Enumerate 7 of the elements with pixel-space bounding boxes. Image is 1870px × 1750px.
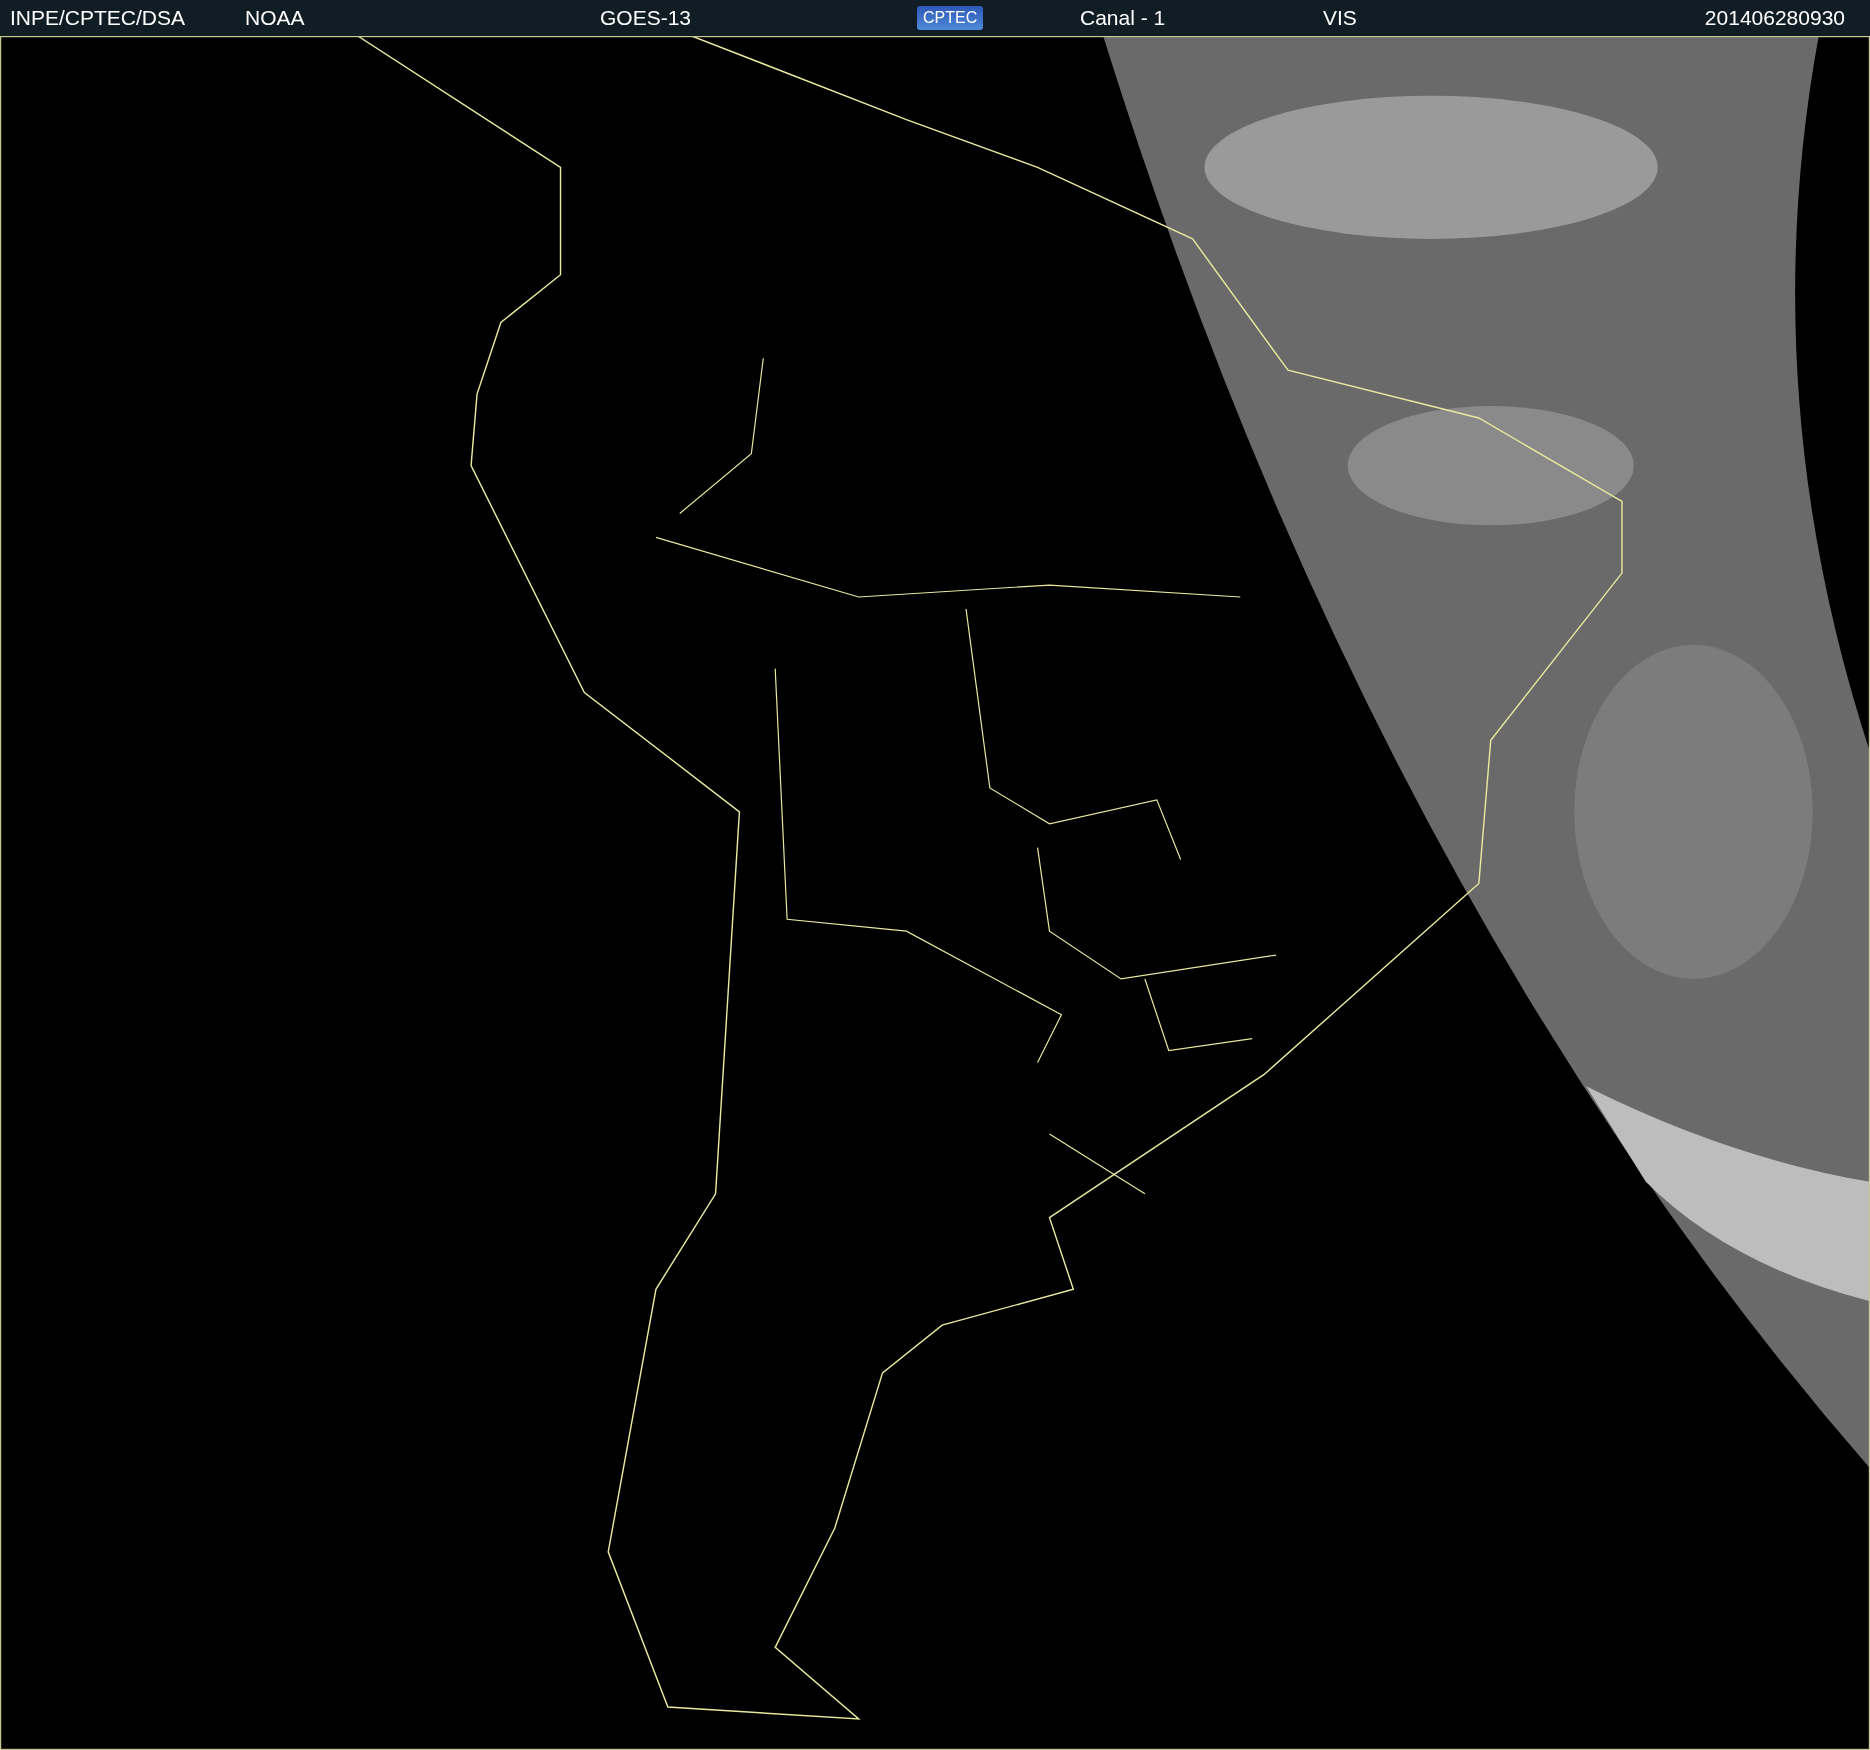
logo: CPTEC: [917, 6, 984, 30]
channel-label: Canal - 1: [1080, 6, 1166, 30]
source-label: INPE/CPTEC/DSA: [10, 6, 186, 30]
satellite-label: GOES-13: [600, 6, 692, 30]
timestamp-label: 201406280930: [1704, 6, 1845, 30]
band-label: VIS: [1323, 6, 1357, 30]
agency-label: NOAA: [245, 6, 305, 30]
